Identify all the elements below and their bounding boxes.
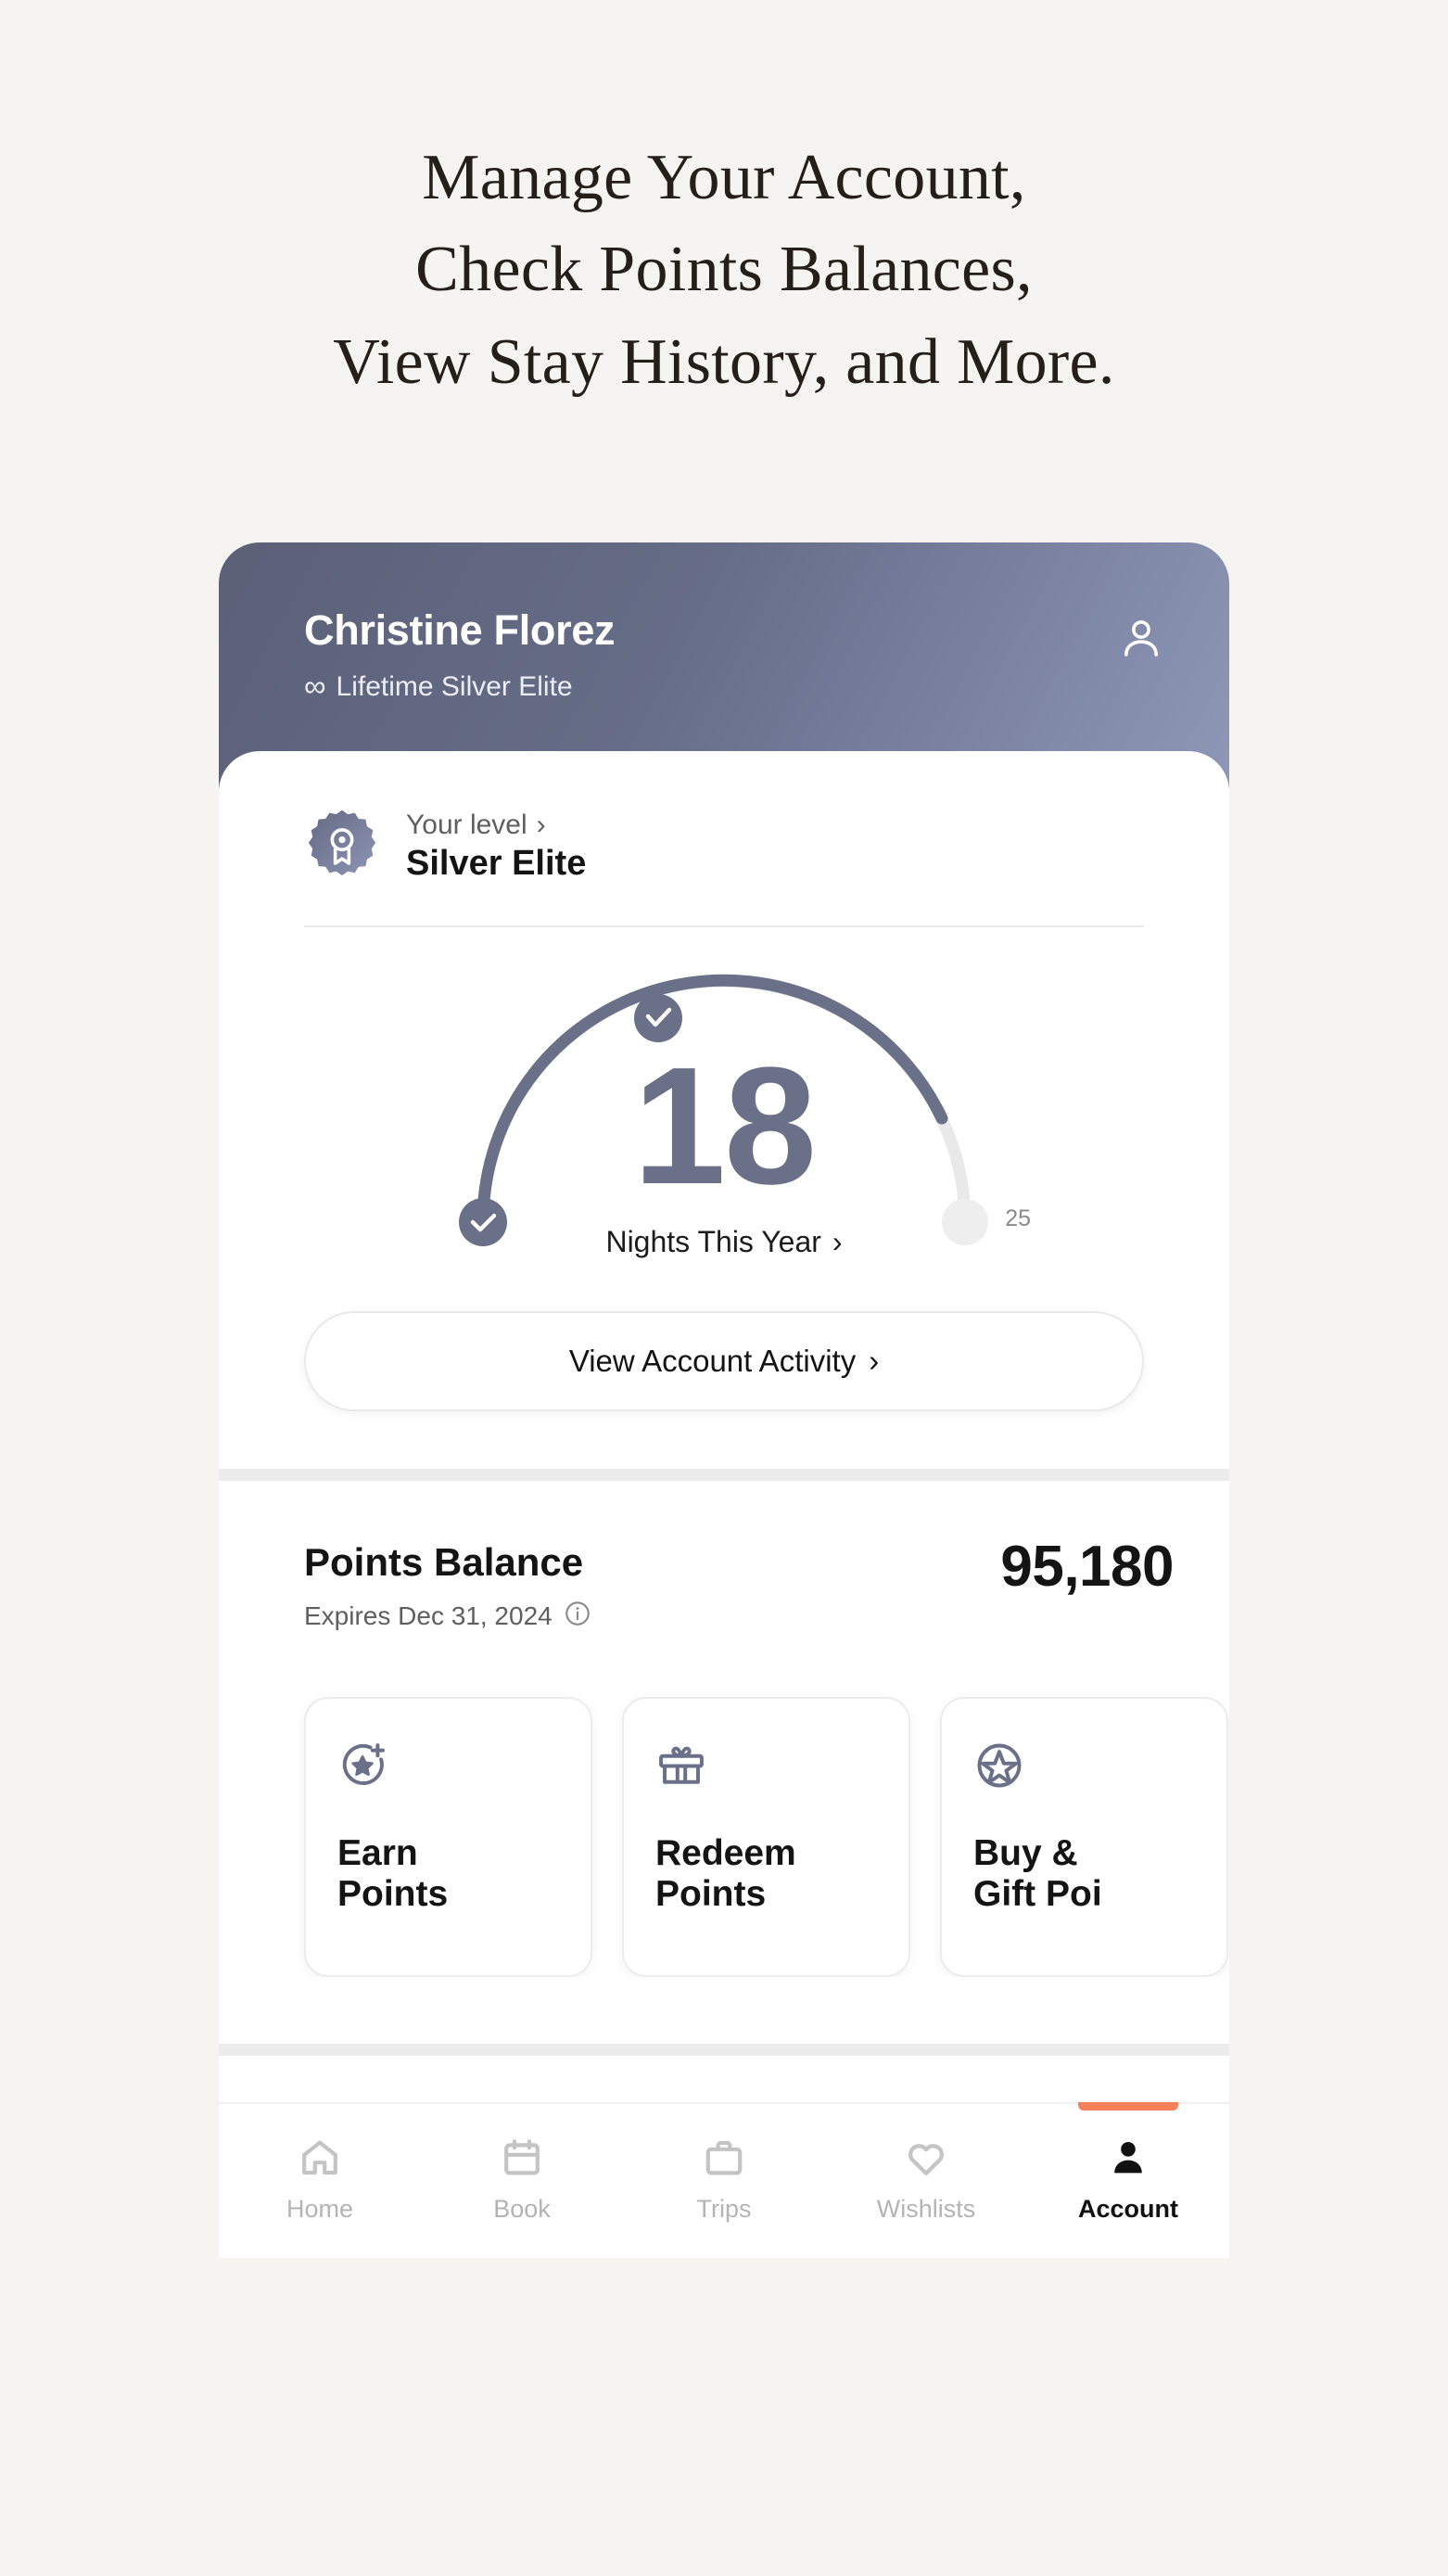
view-account-activity-button[interactable]: View Account Activity › xyxy=(304,1311,1144,1411)
nav-label-home: Home xyxy=(286,2195,354,2224)
nav-item-wishlists[interactable]: Wishlists xyxy=(825,2104,1027,2258)
redeem-points-tile[interactable]: Redeem Points xyxy=(622,1697,910,1978)
buy-gift-points-label: Buy & Gift Poi xyxy=(973,1833,1195,1914)
points-balance-title: Points Balance xyxy=(304,1540,584,1584)
points-expiry-label: Expires Dec 31, 2024 xyxy=(304,1600,553,1630)
points-header-left: Points Balance Expires Dec 31, 2024 xyxy=(304,1540,591,1632)
headline-line-3: View Stay History, and More. xyxy=(333,325,1115,398)
earn-points-label: Earn Points xyxy=(337,1833,559,1914)
info-circle-icon[interactable] xyxy=(564,1600,591,1632)
divider xyxy=(304,925,1144,927)
nights-label: Nights This Year xyxy=(605,1224,821,1258)
heart-icon xyxy=(908,2144,944,2175)
level-title: Silver Elite xyxy=(406,843,587,883)
nights-gauge[interactable]: 25 18 Nights This Year › xyxy=(219,953,1229,1269)
nav-label-account: Account xyxy=(1078,2195,1178,2224)
infinity-icon: ∞ xyxy=(304,669,326,703)
tile-label-line2: Points xyxy=(337,1873,449,1914)
level-eyebrow: Your level › xyxy=(406,809,586,840)
active-tab-indicator xyxy=(1078,2102,1178,2111)
member-status: ∞ Lifetime Silver Elite xyxy=(304,669,615,703)
nights-value: 18 xyxy=(632,1033,817,1219)
app-screen: Christine Florez ∞ Lifetime Silver Elite xyxy=(219,542,1229,2576)
headline-line-1: Manage Your Account, xyxy=(422,142,1026,213)
page-headline: Manage Your Account, Check Points Balanc… xyxy=(0,0,1448,408)
person-icon xyxy=(1114,2142,1142,2174)
gift-box-icon xyxy=(655,1740,877,1796)
nav-label-trips: Trips xyxy=(696,2195,752,2224)
tile-label-line1: Buy & xyxy=(973,1833,1078,1874)
profile-icon[interactable] xyxy=(1116,613,1166,668)
member-name: Christine Florez xyxy=(304,606,616,654)
nav-item-account[interactable]: Account xyxy=(1027,2102,1229,2258)
redeem-points-label: Redeem Points xyxy=(655,1833,877,1914)
level-eyebrow-label: Your level xyxy=(406,809,527,840)
level-card: Your level › Silver Elite 25 18 Nights T… xyxy=(219,751,1229,1469)
award-rosette-icon xyxy=(304,809,380,885)
buy-gift-points-tile[interactable]: Buy & Gift Poi xyxy=(940,1697,1228,1978)
star-plus-circle-icon xyxy=(337,1740,559,1796)
earn-points-tile[interactable]: Earn Points xyxy=(304,1697,592,1978)
view-account-activity-label: View Account Activity xyxy=(568,1344,857,1378)
points-balance-value: 95,180 xyxy=(1000,1535,1174,1599)
nav-label-wishlists: Wishlists xyxy=(876,2195,976,2224)
nav-item-book[interactable]: Book xyxy=(421,2104,623,2258)
points-header: Points Balance Expires Dec 31, 2024 95,1… xyxy=(219,1538,1229,1632)
tile-label-line1: Redeem xyxy=(655,1833,796,1874)
nav-item-trips[interactable]: Trips xyxy=(623,2104,825,2258)
bottom-navigation-bar: Home Book Trips Wishlists Account xyxy=(219,2102,1229,2259)
next-card-sliver xyxy=(219,2056,1229,2103)
nights-label-row[interactable]: Nights This Year › xyxy=(219,1225,1229,1259)
chevron-right-icon: › xyxy=(536,809,546,840)
tile-label-line2: Gift Poi xyxy=(973,1873,1102,1914)
hero-identity: Christine Florez ∞ Lifetime Silver Elite xyxy=(304,606,616,703)
calendar-icon xyxy=(504,2139,540,2175)
level-texts: Your level › Silver Elite xyxy=(406,809,587,883)
tile-label-line2: Points xyxy=(655,1873,767,1914)
level-row[interactable]: Your level › Silver Elite xyxy=(219,751,1229,885)
points-action-tiles: Earn Points Redeem Points Buy & Gift Poi xyxy=(219,1632,1229,1978)
tile-label-line1: Earn xyxy=(337,1833,418,1874)
member-status-label: Lifetime Silver Elite xyxy=(336,670,573,702)
home-icon xyxy=(302,2140,337,2175)
card-separator xyxy=(219,2044,1229,2057)
chevron-right-icon: › xyxy=(832,1224,843,1258)
chevron-right-icon: › xyxy=(869,1344,880,1378)
points-expiry-row: Expires Dec 31, 2024 xyxy=(304,1600,591,1632)
gauge-center: 18 Nights This Year › xyxy=(219,1033,1229,1259)
points-balance-card: Points Balance Expires Dec 31, 2024 95,1… xyxy=(219,1481,1229,2045)
star-circle-icon xyxy=(973,1740,1195,1796)
headline-line-2: Check Points Balances, xyxy=(415,234,1033,306)
briefcase-icon xyxy=(705,2140,743,2175)
card-separator xyxy=(219,1469,1229,1481)
nav-item-home[interactable]: Home xyxy=(219,2104,421,2258)
nav-label-book: Book xyxy=(493,2195,551,2224)
